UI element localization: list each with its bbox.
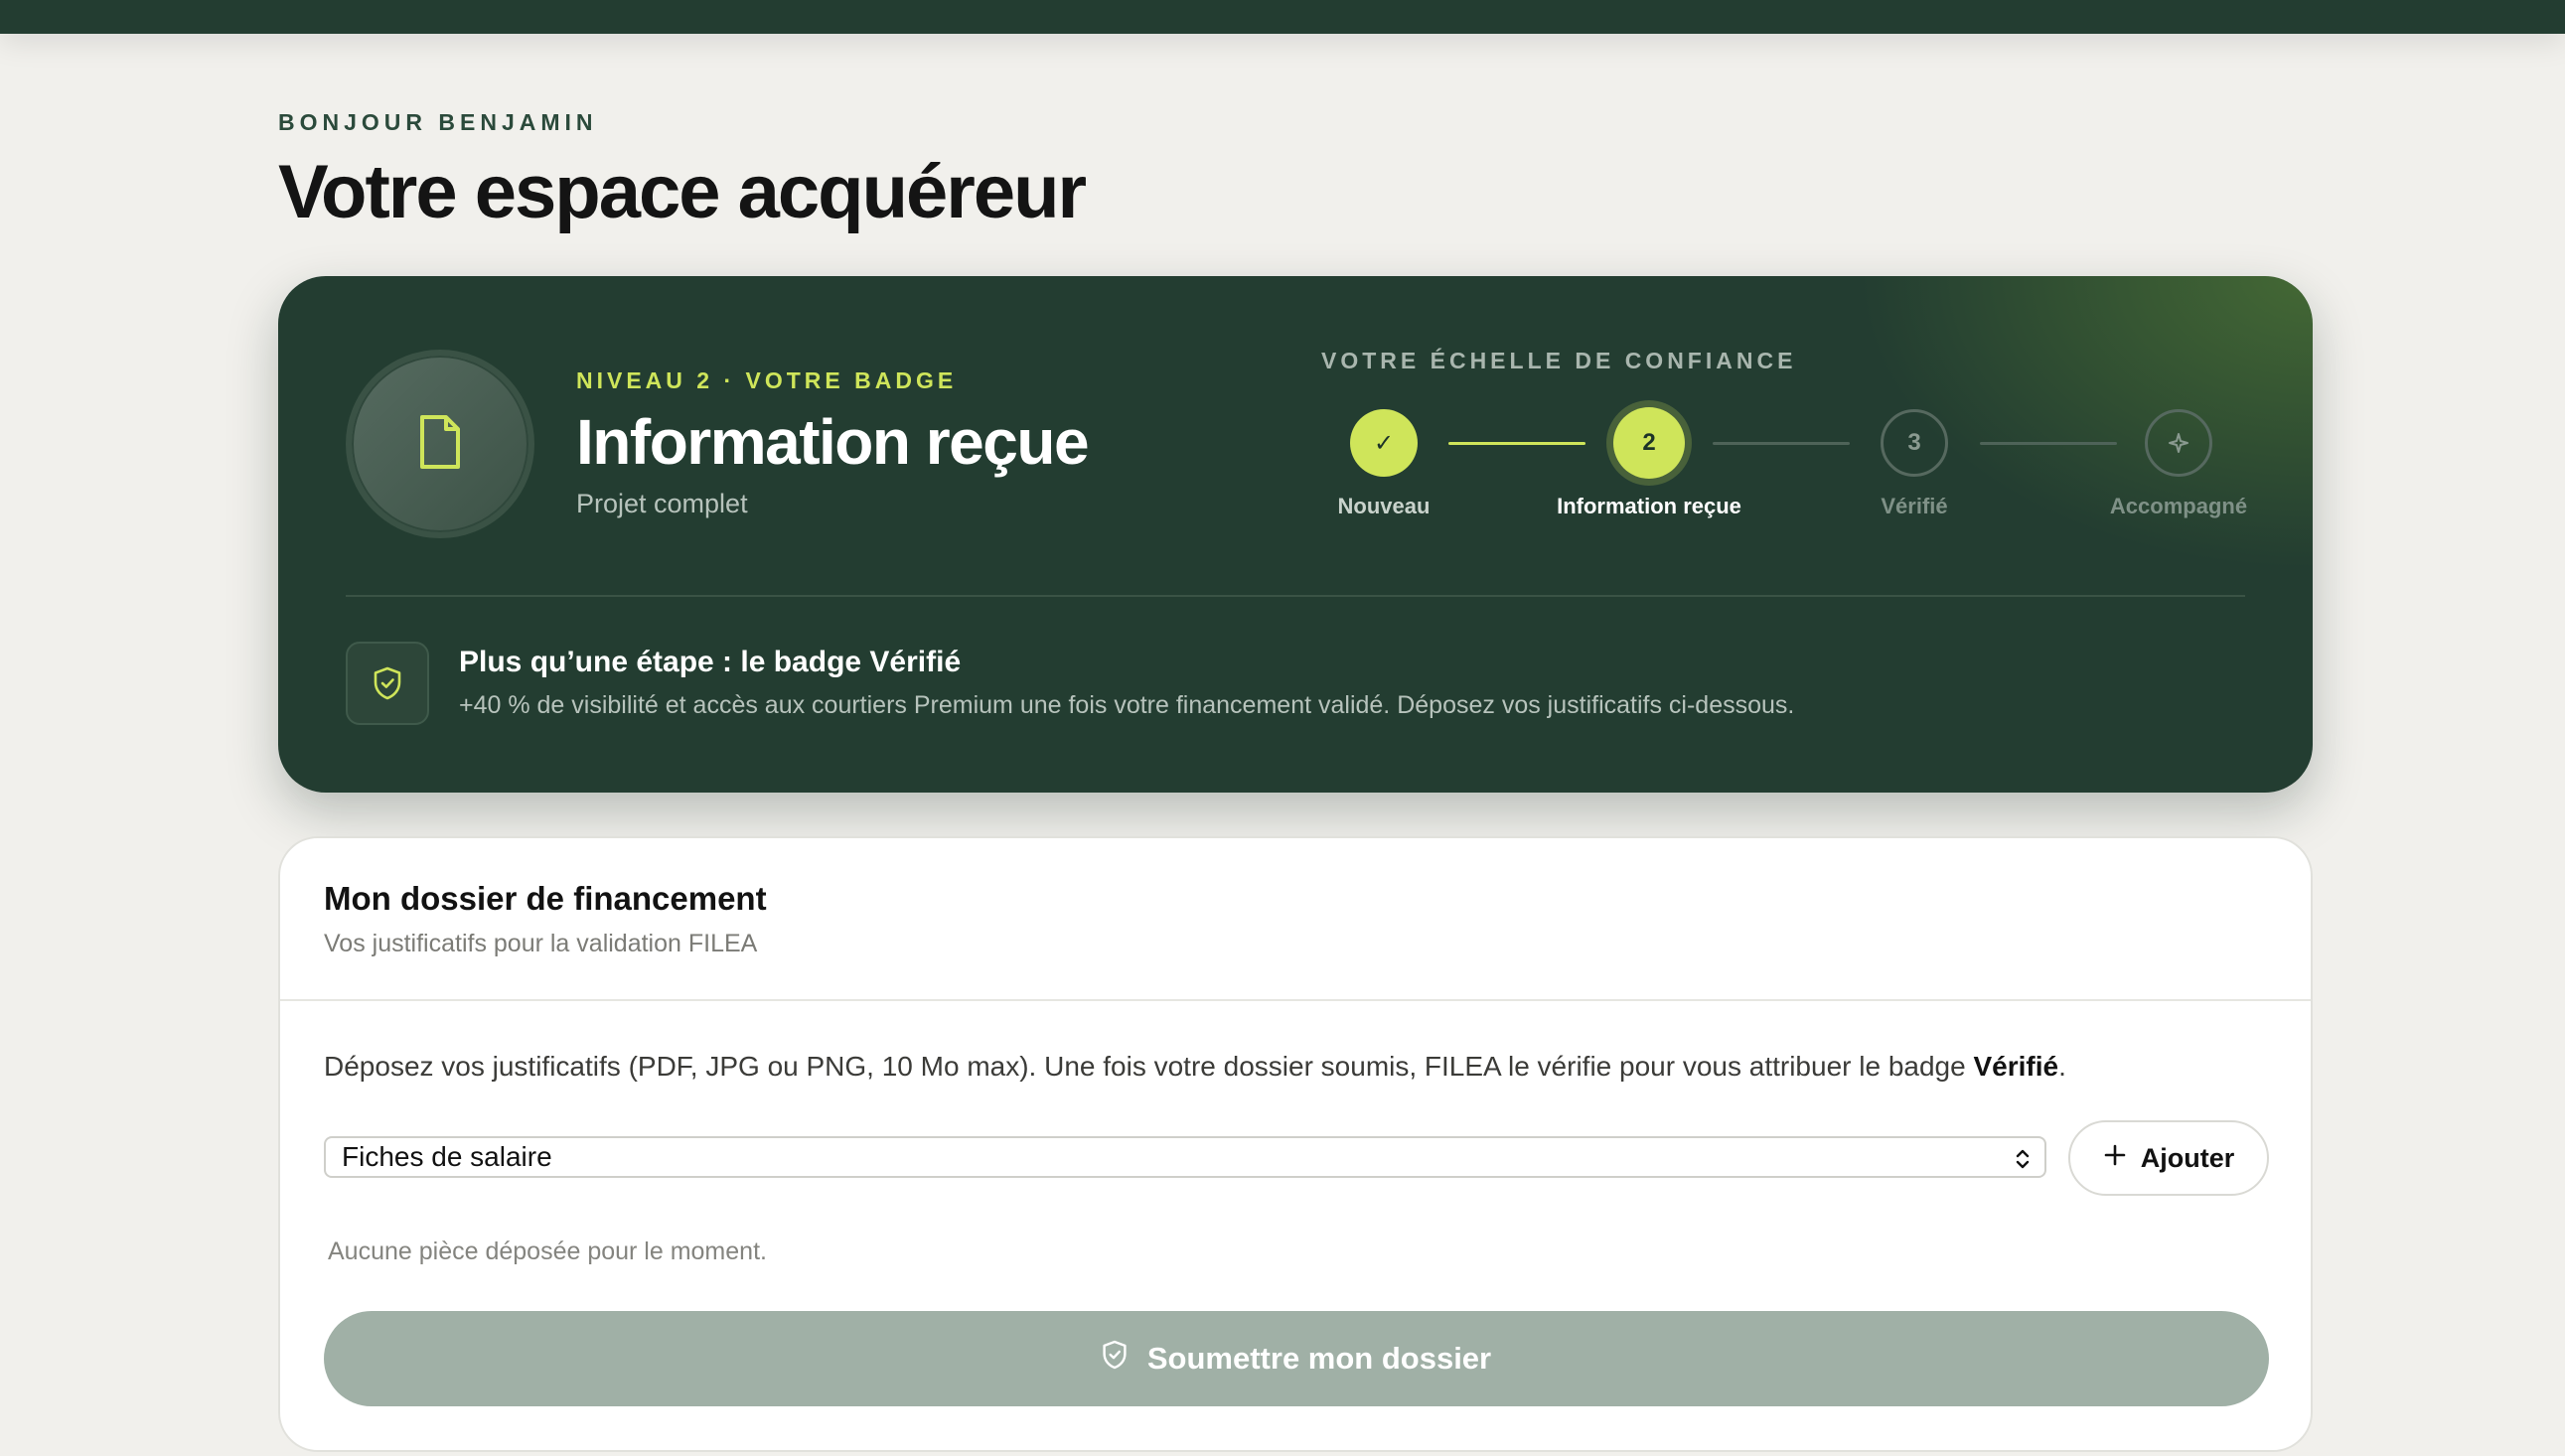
dossier-instructions: Déposez vos justificatifs (PDF, JPG ou P… xyxy=(324,1051,2066,1083)
dossier-subtitle: Vos justificatifs pour la validation FIL… xyxy=(324,930,758,957)
instructions-text: Déposez vos justificatifs (PDF, JPG ou P… xyxy=(324,1051,1974,1082)
add-document-button[interactable]: Ajouter xyxy=(2068,1120,2269,1196)
tip-title: Plus qu’une étape : le badge Vérifié xyxy=(459,646,962,678)
instructions-badge-name: Vérifié xyxy=(1973,1051,2059,1082)
instructions-end: . xyxy=(2058,1051,2066,1082)
step-connector-3 xyxy=(1980,442,2117,445)
dossier-title: Mon dossier de financement xyxy=(324,880,767,917)
dossier-card: Mon dossier de financement Vos justifica… xyxy=(278,836,2313,1452)
step-3-marker: 3 xyxy=(1881,409,1948,477)
dossier-header: Mon dossier de financement Vos justifica… xyxy=(280,838,2311,1001)
plus-icon xyxy=(2103,1143,2127,1174)
top-bar xyxy=(0,0,2565,34)
document-icon xyxy=(418,413,462,476)
step-1-label: Nouveau xyxy=(1337,494,1431,518)
badge-level: NIVEAU 2 · VOTRE BADGE xyxy=(576,367,958,393)
page-title: Votre espace acquéreur xyxy=(278,150,1087,234)
step-4-label: Accompagné xyxy=(2109,494,2248,518)
add-button-label: Ajouter xyxy=(2140,1142,2235,1173)
submit-dossier-button[interactable]: Soumettre mon dossier xyxy=(324,1311,2269,1406)
badge-title: Information reçue xyxy=(576,406,1090,478)
submit-button-label: Soumettre mon dossier xyxy=(1146,1341,1492,1376)
tip-text: +40 % de visibilité et accès aux courtie… xyxy=(459,691,1795,719)
greeting: BONJOUR BENJAMIN xyxy=(278,109,598,135)
document-type-select[interactable]: Fiches de salaire xyxy=(324,1136,2046,1178)
empty-state-text: Aucune pièce déposée pour le moment. xyxy=(328,1238,767,1265)
chevron-up-down-icon xyxy=(2015,1146,2031,1178)
shield-check-icon xyxy=(1102,1340,1128,1378)
step-2-marker: 2 xyxy=(1613,407,1685,479)
document-type-value: Fiches de salaire xyxy=(342,1141,552,1172)
shield-check-icon xyxy=(346,642,429,725)
trust-scale-label: VOTRE ÉCHELLE DE CONFIANCE xyxy=(1321,348,1797,373)
step-3-label: Vérifié xyxy=(1881,494,1948,518)
badge-subtitle: Projet complet xyxy=(576,489,748,518)
sparkle-icon xyxy=(2145,409,2212,477)
step-2-label: Information reçue xyxy=(1557,494,1741,518)
step-connector-1 xyxy=(1448,442,1585,445)
badge-medallion xyxy=(346,350,534,538)
step-connector-2 xyxy=(1713,442,1850,445)
badge-card: NIVEAU 2 · VOTRE BADGE Information reçue… xyxy=(278,276,2313,793)
badge-divider xyxy=(346,595,2245,597)
step-1-check-icon: ✓ xyxy=(1350,409,1418,477)
